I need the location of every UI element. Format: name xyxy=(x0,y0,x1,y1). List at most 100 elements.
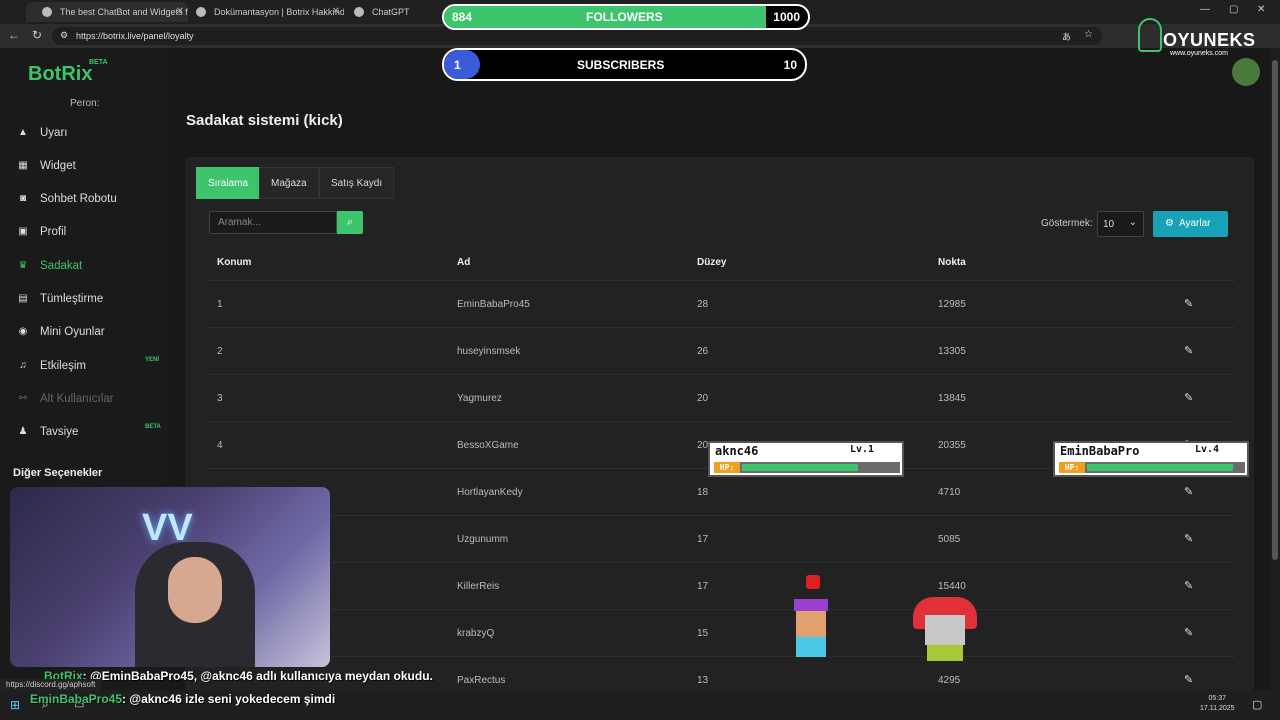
edit-pencil-icon[interactable]: ✎ xyxy=(1184,579,1193,592)
close-window-icon[interactable]: ✕ xyxy=(1257,4,1265,15)
column-header[interactable]: Nokta xyxy=(938,257,966,268)
search-icon: ⌕ xyxy=(346,216,354,228)
sidebar-item-profil[interactable]: ▣ Profil xyxy=(16,222,66,242)
tab-siralama[interactable]: Sıralama xyxy=(196,167,261,199)
tab-magaza[interactable]: Mağaza xyxy=(259,167,319,199)
points-cell: 12985 xyxy=(938,299,966,310)
hp-label: HP: xyxy=(714,462,740,473)
avatar[interactable] xyxy=(1232,58,1260,86)
site-favicon-icon xyxy=(354,7,364,17)
integration-icon: ▤ xyxy=(18,293,28,304)
site-favicon-icon xyxy=(42,7,52,17)
player-hp-box: EminBabaPro Lv.4 HP: xyxy=(1053,441,1249,477)
level-cell: 18 xyxy=(697,487,709,498)
search-input[interactable]: Aramak... xyxy=(209,211,337,234)
column-header[interactable]: Konum xyxy=(217,257,251,268)
oyuneks-mascot-icon xyxy=(1138,18,1162,52)
taskbar-clock[interactable]: 05:37 17.11.2025 xyxy=(1200,694,1235,714)
player-level: Lv.4 xyxy=(1195,444,1220,455)
sidebar-item-etkilesim[interactable]: ♫ Etkileşim xyxy=(16,356,86,376)
profile-icon: ▣ xyxy=(18,226,28,237)
sidebar-item-alt-kullanicilar[interactable]: ⚯ Alt Kullanıcılar xyxy=(16,389,114,409)
sidebar-item-mini-oyunlar[interactable]: ◉ Mini Oyunlar xyxy=(16,322,105,342)
name-cell: KillerReis xyxy=(457,581,500,592)
scrollbar-thumb[interactable] xyxy=(1272,60,1278,560)
subscribers-goal: 10 xyxy=(783,58,797,72)
site-info-icon[interactable]: ⚙ xyxy=(60,30,68,41)
tab-title: ChatGPT xyxy=(372,7,410,17)
sidebar-item-label: Tavsiye xyxy=(40,426,79,438)
edit-pencil-icon[interactable]: ✎ xyxy=(1184,391,1193,404)
browser-tab[interactable]: ChatGPT xyxy=(338,2,438,22)
sidebar-item-tavsiye[interactable]: ♟ Tavsiye xyxy=(16,422,79,442)
new-badge: YENİ xyxy=(145,357,160,363)
warning-icon: ▲ xyxy=(18,127,28,138)
page-size-value: 10 xyxy=(1103,219,1115,230)
edit-pencil-icon[interactable]: ✎ xyxy=(1184,673,1193,686)
chevron-down-icon: ⌄ xyxy=(1128,217,1137,228)
sidebar-item-label: Sohbet Robotu xyxy=(40,193,117,205)
table-row: 2 huseyinsmsek 26 13305 ✎ xyxy=(206,327,1235,374)
gamepad-icon: ◉ xyxy=(18,326,28,337)
name-cell: Uzgunumm xyxy=(457,534,509,545)
table-row: krabzyQ 15 ✎ xyxy=(206,609,1235,656)
tab-satis-kaydi[interactable]: Satış Kaydı xyxy=(319,167,395,199)
settings-button[interactable]: ⚙ Ayarlar xyxy=(1153,211,1228,237)
level-cell: 20 xyxy=(697,440,709,451)
column-header[interactable]: Ad xyxy=(457,257,470,268)
player-hp-box: aknc46 Lv.1 HP: xyxy=(708,441,904,477)
streamer-face xyxy=(168,557,222,623)
trophy-icon: ♛ xyxy=(18,260,28,271)
sidebar-item-label: Profil xyxy=(40,226,67,238)
edit-pencil-icon[interactable]: ✎ xyxy=(1184,485,1193,498)
sidebar-item-label: Sadakat xyxy=(40,260,83,272)
browser-tab[interactable]: Dokümantasyon | Botrix Hakkında ✕ xyxy=(180,2,344,22)
notification-icon[interactable]: ▢ xyxy=(1252,698,1262,711)
translate-icon[interactable]: あ xyxy=(1062,30,1071,43)
sidebar-item-tumlestirme[interactable]: ▤ Tümleştirme xyxy=(16,289,103,309)
edit-pencil-icon[interactable]: ✎ xyxy=(1184,626,1193,639)
reload-icon[interactable]: ↻ xyxy=(32,28,42,42)
column-header[interactable]: Düzey xyxy=(697,257,726,268)
minimize-icon[interactable]: — xyxy=(1200,4,1210,15)
subscribers-current: 1 xyxy=(454,58,461,72)
table-row: Uzgunumm 17 5085 ✎ xyxy=(206,515,1235,562)
hp-label: HP: xyxy=(1059,462,1085,473)
sidebar-item-sohbet-robotu[interactable]: ◙ Sohbet Robotu xyxy=(16,189,117,209)
level-cell: 20 xyxy=(697,393,709,404)
sidebar-item-label: Tümleştirme xyxy=(40,293,104,305)
page-title: Sadakat sistemi (kick) xyxy=(186,112,343,129)
edit-pencil-icon[interactable]: ✎ xyxy=(1184,297,1193,310)
search-button[interactable]: ⌕ xyxy=(337,211,363,234)
hp-bar: HP: xyxy=(714,462,900,473)
name-cell: krabzyQ xyxy=(457,628,495,639)
url-text: https://botrix.live/panel/loyalty xyxy=(76,31,194,41)
page-size-select[interactable]: 10 ⌄ xyxy=(1097,211,1144,237)
show-label: Göstermek: xyxy=(1041,218,1093,229)
level-cell: 28 xyxy=(697,299,709,310)
hp-fill xyxy=(742,464,858,471)
settings-label: Ayarlar xyxy=(1178,218,1211,229)
followers-label: FOLLOWERS xyxy=(586,10,663,24)
subscribers-progress-fill xyxy=(444,50,481,79)
level-cell: 17 xyxy=(697,581,709,592)
sidebar-item-widget[interactable]: ▦ Widget xyxy=(16,156,76,176)
player-level: Lv.1 xyxy=(850,444,875,455)
points-cell: 13305 xyxy=(938,346,966,357)
subscribers-goal-bar: 1 SUBSCRIBERS 10 xyxy=(442,48,807,81)
edit-pencil-icon[interactable]: ✎ xyxy=(1184,532,1193,545)
edit-pencil-icon[interactable]: ✎ xyxy=(1184,344,1193,357)
other-options-heading: Diğer Seçenekler xyxy=(13,467,103,479)
back-icon[interactable]: ← xyxy=(8,28,20,42)
botrix-logo[interactable]: BotRix xyxy=(28,63,92,86)
bookmark-star-icon[interactable]: ☆ xyxy=(1084,29,1093,40)
sidebar-item-sadakat[interactable]: ♛ Sadakat xyxy=(16,256,83,276)
browser-tab[interactable]: The best ChatBot and Widgets fo ✕ xyxy=(26,2,188,22)
maximize-icon[interactable]: ▢ xyxy=(1229,4,1238,15)
subscribers-label: SUBSCRIBERS xyxy=(577,58,665,72)
player-name: EminBabaPro xyxy=(1060,444,1140,458)
sidebar-item-uyari[interactable]: ▲ Uyarı xyxy=(16,123,67,143)
position-cell: 4 xyxy=(217,440,223,451)
hp-fill xyxy=(1087,464,1234,471)
name-cell: EminBabaPro45 xyxy=(457,299,530,310)
